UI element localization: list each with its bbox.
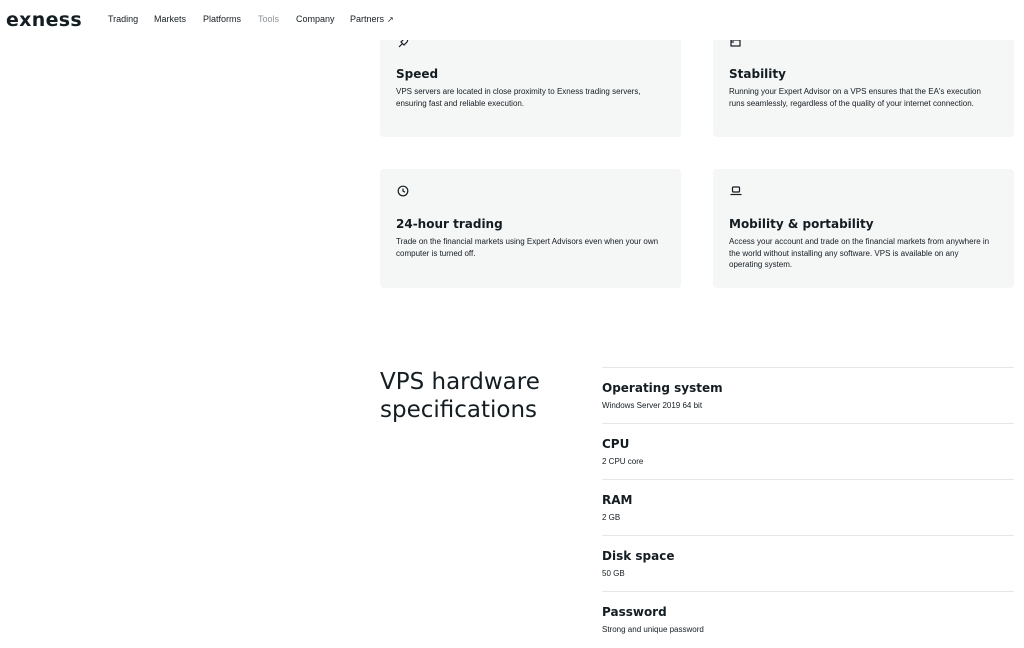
nav-item-partners-label: Partners <box>350 14 385 24</box>
nav-item-platforms[interactable]: Platforms <box>203 14 241 24</box>
feature-card-24-hour-trading: 24-hour trading Trade on the financial m… <box>380 169 681 288</box>
spec-value: 2 CPU core <box>602 457 644 466</box>
external-arrow-icon: ↗ <box>387 15 394 24</box>
spec-row: Operating system Windows Server 2019 64 … <box>602 367 1014 423</box>
nav-item-trading[interactable]: Trading <box>108 14 138 24</box>
feature-description: VPS servers are located in close proximi… <box>396 87 641 108</box>
clock-icon <box>397 185 409 197</box>
laptop-icon <box>730 186 742 196</box>
spec-row: RAM 2 GB <box>602 479 1014 535</box>
nav-item-tools[interactable]: Tools <box>258 14 279 24</box>
feature-description: Access your account and trade on the fin… <box>729 237 990 269</box>
nav-item-company[interactable]: Company <box>296 14 335 24</box>
feature-title: 24-hour trading <box>396 217 503 231</box>
exness-logo[interactable]: exness <box>6 9 82 31</box>
nav-item-partners[interactable]: Partners ↗ <box>350 14 394 24</box>
spec-value: 2 GB <box>602 513 621 522</box>
spec-label: Password <box>602 605 667 619</box>
spec-label: Operating system <box>602 381 723 395</box>
feature-description: Running your Expert Advisor on a VPS ens… <box>729 87 981 108</box>
spec-row: Password Strong and unique password <box>602 591 1014 647</box>
feature-description: Trade on the financial markets using Exp… <box>396 237 659 258</box>
spec-label: Disk space <box>602 549 675 563</box>
specs-heading: VPS hardware specifications <box>380 369 540 423</box>
feature-title: Speed <box>396 67 439 81</box>
spec-label: RAM <box>602 493 633 507</box>
spec-value: Strong and unique password <box>602 625 704 634</box>
feature-card-mobility: Mobility & portability Access your accou… <box>713 169 1014 288</box>
spec-row: Disk space 50 GB <box>602 535 1014 591</box>
spec-value: Windows Server 2019 64 bit <box>602 401 703 410</box>
spec-label: CPU <box>602 437 630 451</box>
spec-row: CPU 2 CPU core <box>602 423 1014 479</box>
feature-title: Mobility & portability <box>729 217 874 231</box>
feature-title: Stability <box>729 67 786 81</box>
top-navigation: exness Trading Markets Platforms Tools C… <box>0 0 1024 40</box>
nav-item-markets[interactable]: Markets <box>154 14 186 24</box>
spec-value: 50 GB <box>602 569 625 578</box>
